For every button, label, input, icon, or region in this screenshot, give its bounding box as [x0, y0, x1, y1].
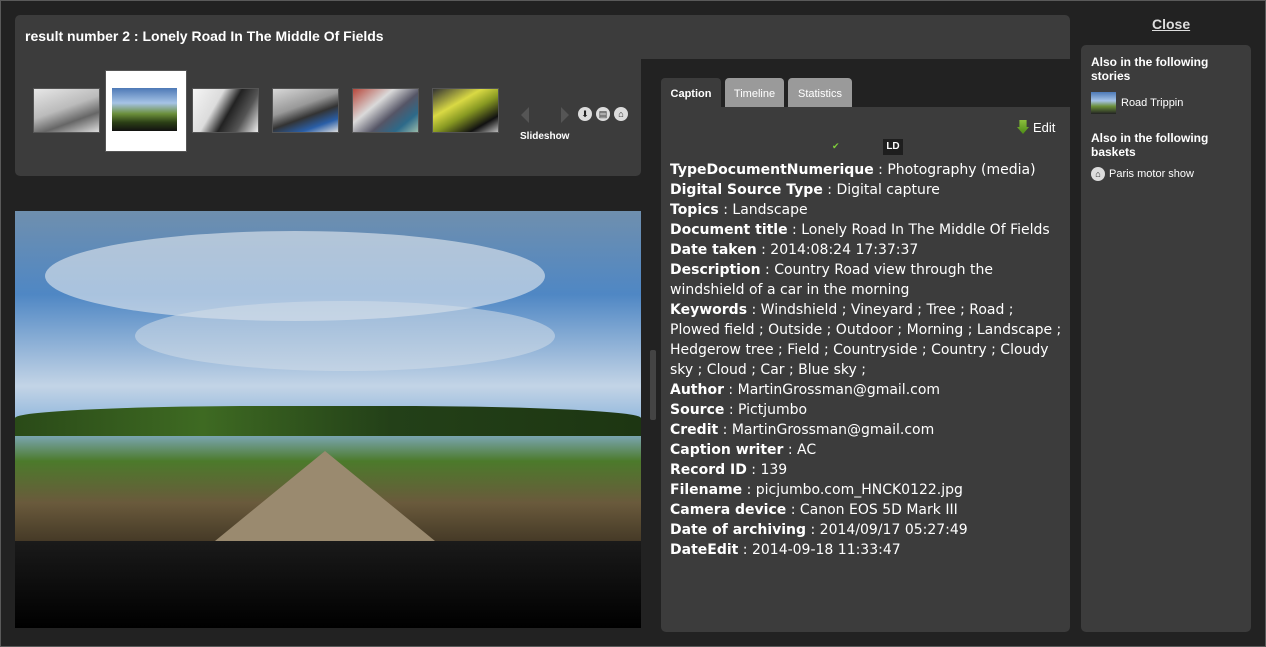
thumbnail-4[interactable] [272, 88, 339, 133]
caption-metadata: TypeDocumentNumerique : Photography (med… [670, 160, 1062, 560]
meta-value: Canon EOS 5D Mark III [799, 502, 958, 518]
meta-row: Credit : MartinGrossman@gmail.com [670, 422, 935, 438]
meta-row: Date of archiving : 2014/09/17 05:27:49 [670, 522, 968, 538]
meta-key: TypeDocumentNumerique [670, 162, 874, 178]
image-trees [15, 406, 641, 436]
meta-value: Photography (media) [887, 162, 1036, 178]
meta-row: Source : Pictjumbo [670, 402, 808, 418]
meta-row: Camera device : Canon EOS 5D Mark III [670, 502, 958, 518]
meta-value: Landscape [732, 202, 808, 218]
slideshow-link[interactable]: Slideshow [520, 131, 569, 142]
meta-row: Keywords : Windshield ; Vineyard ; Tree … [670, 302, 1062, 378]
meta-value: 2014/09/17 05:27:49 [819, 522, 968, 538]
meta-value: picjumbo.com_HNCK0122.jpg [755, 482, 963, 498]
thumbnail-2-selected[interactable] [112, 88, 177, 131]
meta-key: Date of archiving [670, 522, 807, 538]
meta-key: Digital Source Type [670, 182, 823, 198]
prev-arrow-icon[interactable] [521, 107, 529, 123]
tab-statistics[interactable]: Statistics [788, 78, 852, 107]
meta-row: Filename : picjumbo.com_HNCK0122.jpg [670, 482, 963, 498]
main-preview-image [15, 211, 641, 628]
meta-value: Pictjumbo [738, 402, 808, 418]
meta-value: AC [797, 442, 817, 458]
meta-key: DateEdit [670, 542, 739, 558]
meta-key: Caption writer [670, 442, 784, 458]
baskets-heading: Also in the following baskets [1091, 131, 1209, 159]
edit-label: Edit [1033, 120, 1056, 135]
close-link[interactable]: Close [1152, 16, 1190, 32]
stories-heading: Also in the following stories [1091, 55, 1209, 83]
story-item[interactable]: Road Trippin [1091, 92, 1183, 114]
image-dashboard [15, 541, 641, 628]
basket-icon: ⌂ [1091, 167, 1105, 181]
download-icon[interactable]: ⬇ [578, 107, 592, 121]
meta-row: Description : Country Road view through … [670, 262, 993, 298]
meta-key: Document title [670, 222, 788, 238]
meta-row: Record ID : 139 [670, 462, 788, 478]
meta-row: TypeDocumentNumerique : Photography (med… [670, 162, 1036, 178]
title-bar: result number 2 : Lonely Road In The Mid… [15, 15, 1070, 59]
thumbnail-1[interactable] [33, 88, 100, 133]
meta-row: Document title : Lonely Road In The Midd… [670, 222, 1050, 238]
meta-key: Record ID [670, 462, 747, 478]
panel-resize-handle[interactable] [650, 350, 656, 420]
meta-key: Date taken [670, 242, 757, 258]
basket-item[interactable]: ⌂ Paris motor show [1091, 167, 1194, 181]
meta-value: MartinGrossman@gmail.com [731, 422, 935, 438]
basket-icon[interactable]: ⌂ [614, 107, 628, 121]
meta-key: Filename [670, 482, 743, 498]
meta-row: DateEdit : 2014-09-18 11:33:47 [670, 542, 901, 558]
meta-key: Keywords [670, 302, 748, 318]
check-icon: ✔ [832, 141, 840, 151]
meta-key: Topics [670, 202, 719, 218]
meta-key: Description [670, 262, 761, 278]
image-cloud [135, 301, 555, 371]
meta-value: 139 [760, 462, 788, 478]
thumbnail-5[interactable] [352, 88, 419, 133]
meta-key: Source [670, 402, 725, 418]
meta-row: Caption writer : AC [670, 442, 817, 458]
meta-row: Date taken : 2014:08:24 17:37:37 [670, 242, 919, 258]
story-label: Road Trippin [1121, 96, 1184, 109]
meta-row: Author : MartinGrossman@gmail.com [670, 382, 941, 398]
meta-key: Camera device [670, 502, 787, 518]
page-title: result number 2 : Lonely Road In The Mid… [25, 28, 384, 44]
basket-label: Paris motor show [1109, 167, 1194, 180]
tab-timeline[interactable]: Timeline [725, 78, 784, 107]
meta-value: MartinGrossman@gmail.com [737, 382, 941, 398]
meta-key: Author [670, 382, 724, 398]
edit-arrow-icon [1017, 120, 1029, 134]
related-sidebar: Also in the following stories Road Tripp… [1081, 45, 1251, 632]
meta-key: Credit [670, 422, 719, 438]
story-thumbnail [1091, 92, 1116, 114]
edit-button[interactable]: Edit [1017, 120, 1055, 135]
print-icon[interactable]: ▤ [596, 107, 610, 121]
meta-value: 2014:08:24 17:37:37 [770, 242, 919, 258]
next-arrow-icon[interactable] [561, 107, 569, 123]
meta-value: Digital capture [836, 182, 940, 198]
tab-caption[interactable]: Caption [661, 78, 721, 107]
meta-row: Topics : Landscape [670, 202, 808, 218]
image-road [215, 451, 435, 541]
thumbnail-strip: ⬇ ▤ ⌂ Slideshow [15, 59, 641, 176]
thumbnail-3[interactable] [192, 88, 259, 133]
meta-value: 2014-09-18 11:33:47 [751, 542, 901, 558]
thumbnail-6[interactable] [432, 88, 499, 133]
meta-value: Lonely Road In The Middle Of Fields [801, 222, 1050, 238]
ld-badge[interactable]: LD [883, 139, 903, 155]
meta-row: Digital Source Type : Digital capture [670, 182, 940, 198]
